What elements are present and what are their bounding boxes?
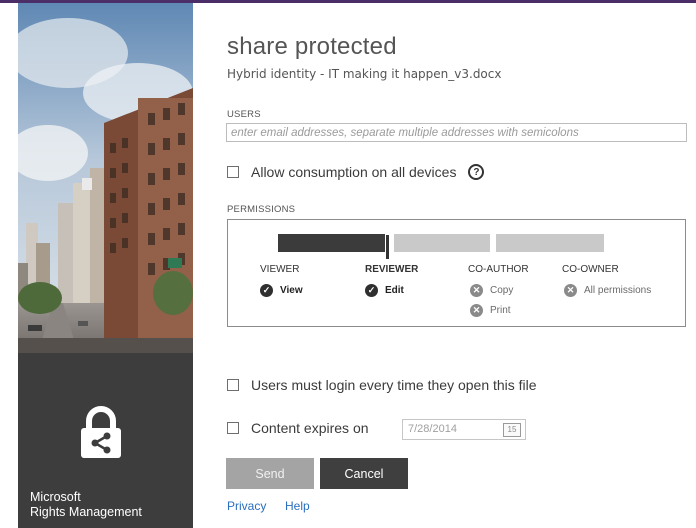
login-every-time-label: Users must login every time they open th… [251,377,537,393]
file-name: Hybrid identity - IT making it happen_v3… [227,67,502,81]
permission-slider-coowner-segment[interactable] [496,234,604,252]
permission-slider-filled[interactable] [278,234,386,252]
share-dialog: share protected Hybrid identity - IT mak… [193,3,696,528]
privacy-link[interactable]: Privacy [227,499,266,513]
capability-edit: ✓ Edit [365,284,404,297]
capability-all: ✕ All permissions [564,284,651,297]
content-expires-checkbox[interactable] [227,422,239,434]
level-viewer[interactable]: VIEWER [260,264,299,275]
question-circle-icon[interactable]: ? [468,164,485,180]
x-circle-icon: ✕ [470,284,483,297]
dialog-title: share protected [227,33,397,60]
allow-devices-checkbox[interactable] [227,166,239,178]
city-street-photo [18,3,193,353]
allow-devices-row[interactable]: Allow consumption on all devices ? [227,164,485,180]
capability-print-label: Print [490,305,511,316]
brand-line-1: Microsoft [30,490,81,504]
allow-devices-label: Allow consumption on all devices [251,164,457,180]
capability-edit-label: Edit [385,285,404,296]
level-reviewer[interactable]: REVIEWER [365,264,418,275]
users-email-input[interactable] [226,123,687,142]
expiry-date-value: 7/28/2014 [408,423,457,435]
login-every-time-row[interactable]: Users must login every time they open th… [227,377,537,393]
x-circle-icon: ✕ [470,304,483,317]
window-left-edge [0,3,18,528]
send-button[interactable]: Send [226,458,314,489]
product-brand: Microsoft Rights Management [30,490,142,520]
capability-print: ✕ Print [470,304,511,317]
expiry-date-input[interactable]: 7/28/2014 15 [402,419,526,440]
level-coowner[interactable]: CO-OWNER [562,264,619,275]
cancel-button[interactable]: Cancel [320,458,408,489]
content-expires-label: Content expires on [251,420,369,436]
check-circle-icon: ✓ [260,284,273,297]
calendar-icon[interactable]: 15 [503,423,521,437]
brand-panel: Microsoft Rights Management [18,353,193,528]
brand-line-2: Rights Management [30,505,142,519]
x-circle-icon: ✕ [564,284,577,297]
help-link[interactable]: Help [285,499,310,513]
level-coauthor[interactable]: CO-AUTHOR [468,264,529,275]
content-expires-row[interactable]: Content expires on [227,420,369,436]
lock-share-icon [81,406,121,458]
capability-view-label: View [280,285,303,296]
permissions-box: VIEWER REVIEWER CO-AUTHOR CO-OWNER ✓ Vie… [227,219,686,327]
permissions-label: PERMISSIONS [227,204,296,215]
permission-slider-coauthor-segment[interactable] [394,234,490,252]
permission-slider-handle[interactable] [385,234,390,260]
capability-copy-label: Copy [490,285,514,296]
side-panel: Microsoft Rights Management [18,3,193,528]
login-every-time-checkbox[interactable] [227,379,239,391]
check-circle-icon: ✓ [365,284,378,297]
users-label: USERS [227,109,261,120]
capability-view: ✓ View [260,284,303,297]
capability-all-label: All permissions [584,285,652,296]
capability-copy: ✕ Copy [470,284,513,297]
